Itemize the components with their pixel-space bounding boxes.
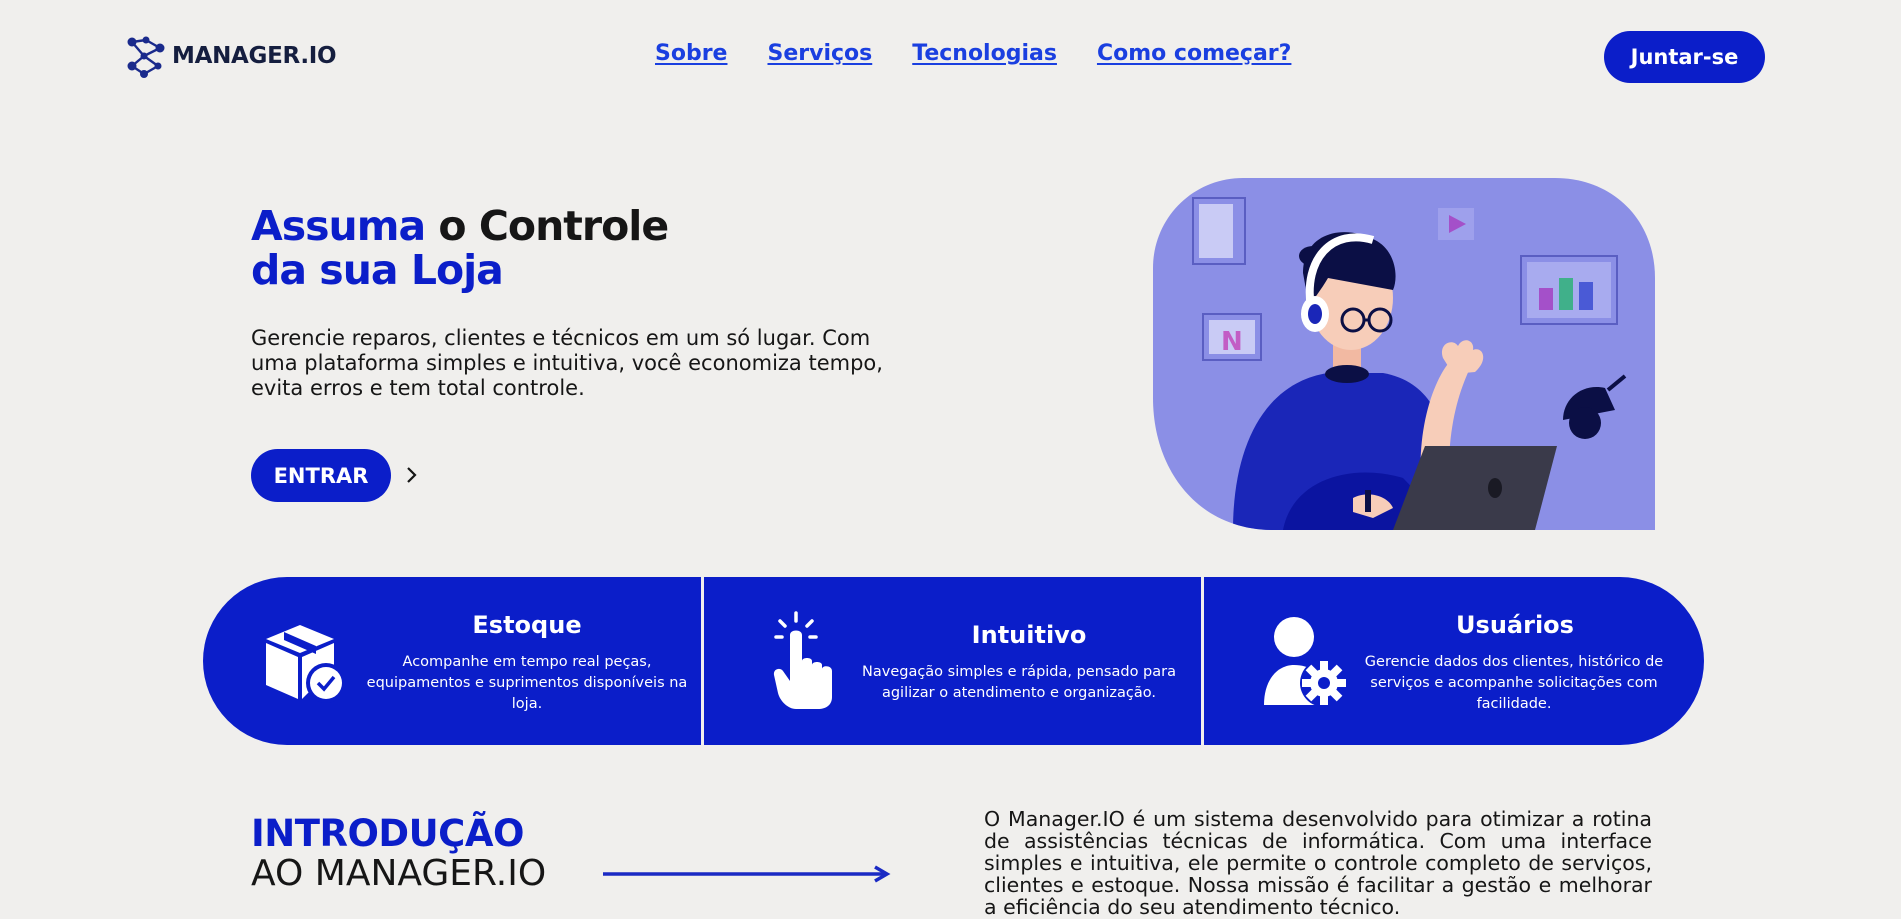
feature-title: Usuários (1456, 611, 1574, 639)
nav-link-como-comecar[interactable]: Como começar? (1097, 41, 1291, 66)
chevron-right-icon[interactable] (405, 464, 419, 486)
feature-text: Acompanhe em tempo real peças, equipamen… (366, 654, 688, 712)
feature-card-estoque: Estoque Acompanhe em tempo real peças, e… (203, 577, 701, 745)
hero-title-line2: da sua Loja (251, 246, 504, 294)
site-header: MANAGER.IO Sobre Serviços Tecnologias Co… (0, 0, 1901, 115)
main-nav: Sobre Serviços Tecnologias Como começar? (655, 41, 1291, 66)
hero-illustration: N (1153, 178, 1655, 530)
box-check-icon (266, 625, 346, 703)
svg-text:N: N (1221, 327, 1243, 357)
hero-description: Gerencie reparos, clientes e técnicos em… (251, 326, 883, 400)
hero-title-word: Controle (478, 202, 669, 250)
nav-link-tecnologias[interactable]: Tecnologias (912, 41, 1057, 66)
arrow-right-icon (603, 865, 891, 883)
feature-card-intuitivo: Intuitivo Navegação simples e rápida, pe… (704, 577, 1201, 745)
intro-subtitle: AO MANAGER.IO (251, 853, 547, 894)
logo-text: MANAGER.IO (172, 43, 337, 69)
feature-card-usuarios: Usuários Gerencie dados dos clientes, hi… (1204, 577, 1704, 745)
feature-text: Gerencie dados dos clientes, histórico d… (1364, 654, 1664, 712)
hand-pointer-icon (773, 611, 832, 709)
features-bar: Estoque Acompanhe em tempo real peças, e… (203, 577, 1704, 745)
logo[interactable]: MANAGER.IO (124, 34, 337, 78)
intro-text: O Manager.IO é um sistema desenvolvido p… (984, 807, 1652, 919)
feature-title: Intuitivo (971, 621, 1087, 649)
intro-title: INTRODUÇÃO (251, 812, 524, 855)
feature-text: Navegação simples e rápida, pensado para… (862, 664, 1176, 701)
enter-button[interactable]: ENTRAR (251, 449, 391, 502)
join-button[interactable]: Juntar-se (1604, 31, 1765, 83)
nav-link-servicos[interactable]: Serviços (767, 41, 872, 66)
hero-title: Assuma o Controle da sua Loja (251, 202, 669, 294)
network-logo-icon (127, 36, 165, 78)
nav-link-sobre[interactable]: Sobre (655, 41, 727, 66)
feature-title: Estoque (472, 611, 582, 639)
hero-title-highlight: Assuma (251, 202, 426, 250)
hero-title-connector: o (425, 202, 479, 250)
user-gear-icon (1264, 617, 1348, 707)
